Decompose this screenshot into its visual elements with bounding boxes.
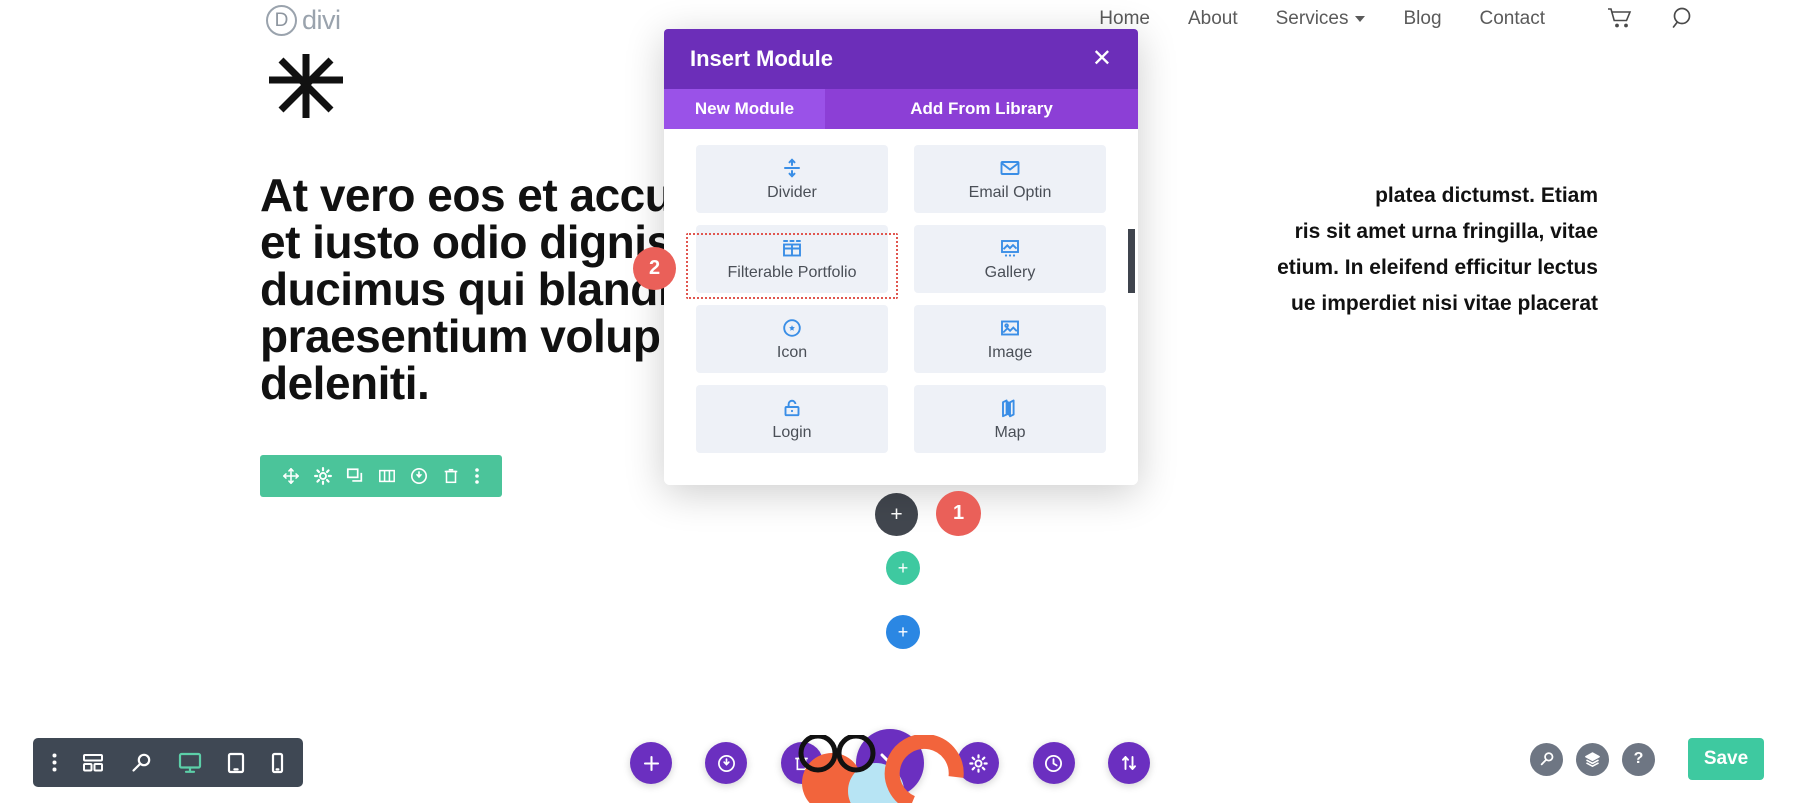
plus-icon bbox=[643, 755, 660, 772]
bottom-right-controls: ? Save bbox=[1530, 738, 1764, 780]
clock-icon bbox=[1044, 754, 1063, 773]
nav-icons bbox=[1607, 6, 1695, 30]
module-item-email-optin[interactable]: Email Optin bbox=[914, 145, 1106, 213]
help-icon[interactable]: ? bbox=[1622, 742, 1655, 776]
module-item-gallery-label: Gallery bbox=[984, 263, 1036, 281]
divi-builder-page: D divi Home About Services Blog Contact bbox=[0, 0, 1800, 803]
cart-icon[interactable] bbox=[1607, 7, 1633, 29]
plus-icon: + bbox=[890, 503, 903, 526]
search-icon[interactable] bbox=[1671, 6, 1695, 30]
grid-table-icon bbox=[781, 237, 803, 259]
plus-icon: + bbox=[897, 622, 909, 642]
asterisk-icon bbox=[263, 52, 349, 118]
plus-icon: + bbox=[897, 558, 909, 578]
module-item-map[interactable]: Map bbox=[914, 385, 1106, 453]
modal-header: Insert Module ✕ bbox=[664, 29, 1138, 89]
close-icon[interactable]: ✕ bbox=[1092, 47, 1112, 71]
power-icon[interactable] bbox=[410, 467, 428, 485]
nav-item-services-label: Services bbox=[1275, 8, 1349, 29]
history-button[interactable] bbox=[1032, 742, 1075, 784]
module-action-toolbar bbox=[260, 455, 502, 497]
up-down-arrows-icon bbox=[1120, 754, 1138, 772]
envelope-icon bbox=[999, 157, 1021, 179]
module-item-login-label: Login bbox=[772, 423, 812, 441]
modal-tabs: New Module Add From Library bbox=[664, 89, 1138, 129]
nav-item-blog-label: Blog bbox=[1403, 8, 1442, 29]
module-item-image-label: Image bbox=[987, 343, 1033, 361]
module-item-icon[interactable]: Icon bbox=[696, 305, 888, 373]
layers-icon[interactable] bbox=[1576, 742, 1609, 776]
add-section-button[interactable]: + bbox=[886, 615, 920, 649]
zoom-out-icon[interactable] bbox=[130, 752, 152, 774]
modal-body: Divider Email Optin Filterable Portfolio… bbox=[664, 129, 1138, 485]
more-options-icon[interactable] bbox=[474, 467, 480, 485]
insert-module-modal: Insert Module ✕ New Module Add From Libr… bbox=[664, 29, 1138, 485]
desktop-view-icon[interactable] bbox=[178, 752, 202, 774]
nav-item-home-label: Home bbox=[1099, 8, 1150, 29]
add-row-button[interactable]: + bbox=[886, 551, 920, 585]
more-options-icon[interactable] bbox=[52, 753, 57, 772]
module-item-gallery[interactable]: Gallery bbox=[914, 225, 1106, 293]
nav-item-home[interactable]: Home bbox=[1099, 8, 1150, 30]
gear-icon[interactable] bbox=[314, 467, 332, 485]
image-icon bbox=[999, 317, 1021, 339]
module-item-image[interactable]: Image bbox=[914, 305, 1106, 373]
nav-item-contact[interactable]: Contact bbox=[1480, 8, 1545, 30]
add-module-button[interactable]: + bbox=[875, 493, 918, 536]
tab-add-from-library[interactable]: Add From Library bbox=[825, 89, 1138, 129]
nav-item-about-label: About bbox=[1187, 8, 1238, 29]
module-item-icon-label: Icon bbox=[776, 343, 808, 361]
nav-item-services[interactable]: Services bbox=[1276, 8, 1366, 30]
module-item-filterable-portfolio-label: Filterable Portfolio bbox=[727, 263, 857, 281]
portability-button[interactable] bbox=[1107, 742, 1150, 784]
module-item-divider-label: Divider bbox=[767, 183, 817, 201]
bottom-left-toolbar bbox=[33, 738, 303, 787]
module-item-filterable-portfolio[interactable]: Filterable Portfolio bbox=[696, 225, 888, 293]
module-grid: Divider Email Optin Filterable Portfolio… bbox=[696, 145, 1106, 453]
module-item-divider[interactable]: Divider bbox=[696, 145, 888, 213]
duplicate-icon[interactable] bbox=[346, 467, 364, 485]
add-button[interactable] bbox=[630, 742, 672, 784]
module-item-login[interactable]: Login bbox=[696, 385, 888, 453]
save-draft-button[interactable] bbox=[705, 742, 748, 784]
nav-links: Home About Services Blog Contact bbox=[1099, 8, 1545, 30]
wireframe-icon[interactable] bbox=[82, 753, 104, 773]
divi-logo-watermark bbox=[790, 735, 990, 803]
save-button[interactable]: Save bbox=[1688, 738, 1764, 780]
modal-scrollbar[interactable] bbox=[1128, 229, 1135, 293]
module-item-map-label: Map bbox=[994, 423, 1026, 441]
columns-icon[interactable] bbox=[378, 467, 396, 485]
nav-item-blog[interactable]: Blog bbox=[1403, 8, 1441, 30]
gallery-icon bbox=[999, 237, 1021, 259]
modal-title: Insert Module bbox=[690, 46, 834, 71]
chevron-down-icon bbox=[1355, 16, 1366, 22]
map-icon bbox=[999, 397, 1021, 419]
tablet-view-icon[interactable] bbox=[227, 752, 245, 774]
logo-mark-icon: D bbox=[266, 5, 297, 36]
annotation-badge-1: 1 bbox=[936, 491, 981, 536]
search-icon[interactable] bbox=[1530, 742, 1563, 776]
site-logo[interactable]: D divi bbox=[266, 5, 341, 36]
power-down-icon bbox=[717, 754, 736, 773]
logo-text: divi bbox=[302, 5, 341, 35]
target-circle-icon bbox=[781, 317, 803, 339]
nav-item-about[interactable]: About bbox=[1188, 8, 1238, 30]
nav-item-contact-label: Contact bbox=[1479, 8, 1545, 29]
trash-icon[interactable] bbox=[442, 467, 460, 485]
move-icon[interactable] bbox=[282, 467, 300, 485]
module-item-email-optin-label: Email Optin bbox=[968, 183, 1052, 201]
phone-view-icon[interactable] bbox=[271, 752, 284, 774]
divider-icon bbox=[781, 157, 803, 179]
unlock-icon bbox=[781, 397, 803, 419]
annotation-badge-2: 2 bbox=[633, 247, 676, 290]
tab-new-module[interactable]: New Module bbox=[664, 89, 825, 129]
